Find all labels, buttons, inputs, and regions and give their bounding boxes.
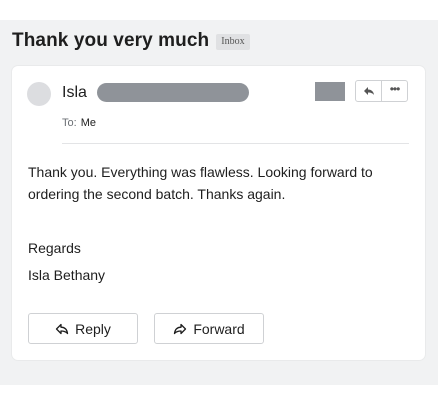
forward-button-label: Forward: [193, 320, 245, 337]
message-subject: Thank you very much: [12, 30, 210, 51]
signature-name: Isla Bethany: [28, 267, 106, 283]
reply-button-label: Reply: [75, 320, 111, 337]
recipient-row: To: Me: [62, 117, 96, 129]
mail-reading-pane: Thank you very much Inbox Isla ••• To: Me…: [0, 20, 438, 385]
redacted-block: [315, 82, 345, 101]
sender-name[interactable]: Isla: [62, 84, 87, 102]
closing-line: Regards: [28, 240, 81, 256]
message-actions: •••: [355, 80, 408, 102]
header-divider: [62, 143, 409, 144]
folder-badge[interactable]: Inbox: [216, 34, 250, 50]
more-dots-icon: •••: [389, 82, 401, 96]
to-label: To:: [62, 117, 77, 129]
subject-row: Thank you very much Inbox: [12, 30, 250, 52]
more-options-button[interactable]: •••: [381, 81, 407, 101]
recipient-value[interactable]: Me: [81, 117, 96, 129]
reply-arrow-icon: [363, 87, 374, 95]
sender-avatar[interactable]: [27, 82, 51, 106]
message-body: Thank you. Everything was flawless. Look…: [28, 164, 373, 202]
sender-email-redacted: [97, 83, 249, 102]
forward-arrow-icon: [174, 323, 187, 334]
forward-button[interactable]: Forward: [154, 313, 264, 344]
reply-button[interactable]: Reply: [28, 313, 138, 344]
message-signature: Regards Isla Bethany: [28, 235, 105, 289]
message-card: Isla ••• To: Me Thank you. Everything was…: [12, 66, 425, 360]
header-reply-button[interactable]: [356, 81, 381, 101]
reply-arrow-icon: [55, 323, 69, 334]
